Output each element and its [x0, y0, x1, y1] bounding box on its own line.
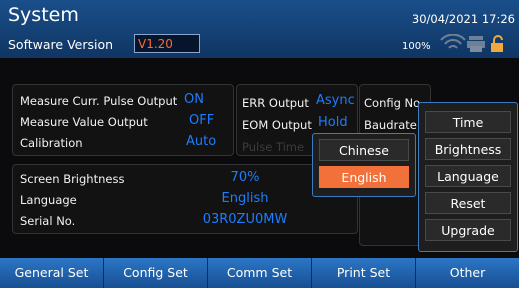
err-output-value[interactable]: Async — [316, 93, 355, 108]
status-icons — [440, 34, 503, 52]
tab-other[interactable]: Other — [416, 258, 519, 288]
battery-level: 100% — [402, 41, 431, 52]
header-bar: System Software Version V1.20 30/04/2021… — [0, 0, 519, 58]
language-option-chinese[interactable]: Chinese — [319, 139, 409, 161]
page-title: System — [8, 4, 79, 26]
screen-brightness-value[interactable]: 70% — [200, 170, 290, 185]
pulse-time-label: Pulse Time — [242, 140, 305, 154]
bottom-tab-bar: General Set Config Set Comm Set Print Se… — [0, 258, 519, 288]
menu-item-language[interactable]: Language — [425, 165, 511, 187]
eom-output-label: EOM Output — [242, 118, 312, 132]
measure-value-output-value[interactable]: OFF — [189, 113, 214, 128]
config-no-label: Config No. — [364, 96, 424, 110]
tab-general-set[interactable]: General Set — [0, 258, 104, 288]
serial-no-label: Serial No. — [20, 214, 76, 228]
menu-item-time[interactable]: Time — [425, 111, 511, 133]
eom-output-value[interactable]: Hold — [318, 115, 348, 130]
language-option-english[interactable]: English — [319, 166, 409, 188]
other-menu: Time Brightness Language Reset Upgrade — [418, 102, 518, 252]
err-output-label: ERR Output — [242, 96, 309, 110]
screen-brightness-label: Screen Brightness — [20, 172, 125, 186]
language-popup: Chinese English — [312, 133, 416, 197]
printer-icon — [467, 36, 485, 52]
baudrate-label: Baudrate — [364, 118, 417, 132]
calibration-value[interactable]: Auto — [186, 134, 216, 149]
calibration-label: Calibration — [20, 136, 83, 150]
tab-comm-set[interactable]: Comm Set — [208, 258, 312, 288]
serial-no-value: 03R0ZU0MW — [202, 212, 288, 227]
measure-value-output-label: Measure Value Output — [20, 115, 148, 129]
measure-curr-pulse-label: Measure Curr. Pulse Output — [20, 94, 178, 108]
lock-icon — [491, 35, 503, 52]
tab-print-set[interactable]: Print Set — [312, 258, 416, 288]
software-version-label: Software Version — [8, 37, 114, 52]
menu-item-upgrade[interactable]: Upgrade — [425, 219, 511, 241]
language-label: Language — [20, 193, 77, 207]
datetime: 30/04/2021 17:26 — [411, 12, 515, 26]
software-version-value: V1.20 — [134, 34, 200, 53]
measure-curr-pulse-value[interactable]: ON — [184, 92, 204, 107]
menu-item-reset[interactable]: Reset — [425, 192, 511, 214]
menu-item-brightness[interactable]: Brightness — [425, 138, 511, 160]
language-value[interactable]: English — [200, 191, 290, 206]
wifi-icon — [440, 34, 466, 49]
tab-config-set[interactable]: Config Set — [104, 258, 208, 288]
